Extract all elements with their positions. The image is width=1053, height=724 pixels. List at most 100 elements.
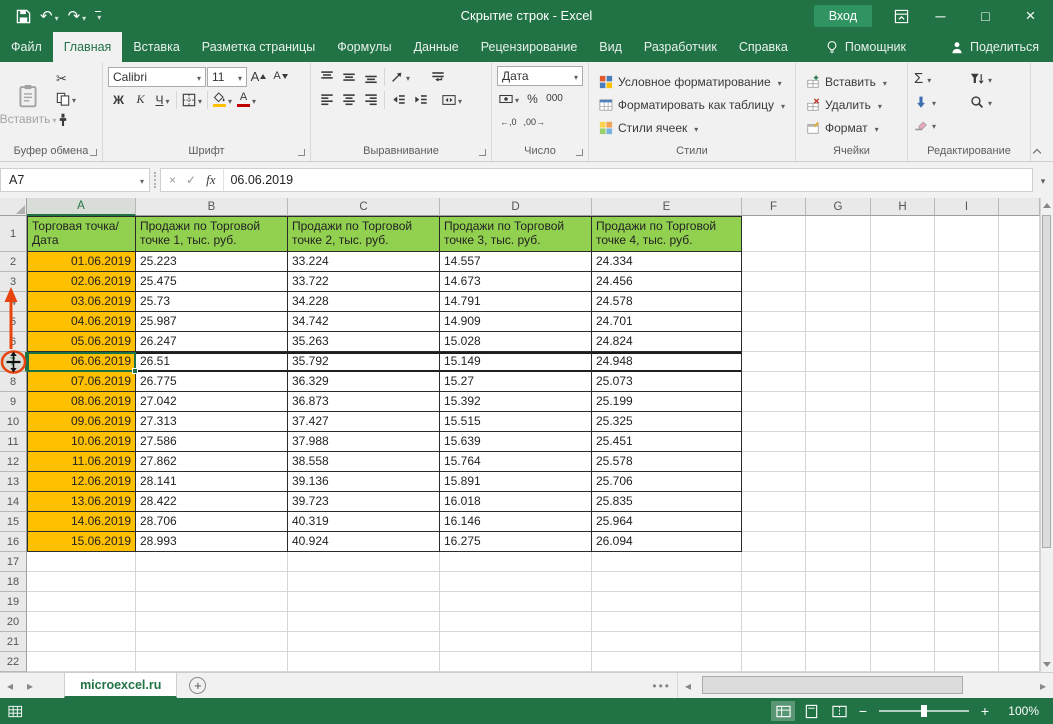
cell-empty[interactable]	[742, 552, 806, 572]
cell-empty[interactable]	[806, 532, 871, 552]
cell-C4[interactable]: 34.228	[288, 292, 440, 312]
cell-D15[interactable]: 16.146	[440, 512, 592, 532]
cell-C14[interactable]: 39.723	[288, 492, 440, 512]
zoom-out-button[interactable]: −	[855, 703, 871, 719]
align-bottom-button[interactable]	[360, 66, 381, 87]
cell-D13[interactable]: 15.891	[440, 472, 592, 492]
expand-formula-bar-button[interactable]	[1033, 171, 1053, 189]
cell-empty[interactable]	[999, 552, 1040, 572]
column-header-C[interactable]: C	[288, 198, 440, 216]
cell-E15[interactable]: 25.964	[592, 512, 742, 532]
cell-E5[interactable]: 24.701	[592, 312, 742, 332]
orientation-button[interactable]	[388, 66, 412, 87]
cell-D5[interactable]: 14.909	[440, 312, 592, 332]
cell-B1[interactable]: Продажи по Торговой точке 1, тыс. руб.	[136, 216, 288, 252]
cell-empty[interactable]	[288, 572, 440, 592]
format-as-table-button[interactable]: Форматировать как таблицу	[594, 94, 790, 115]
row-header-7[interactable]: 7	[0, 352, 27, 372]
cell-empty[interactable]	[806, 632, 871, 652]
cell-empty[interactable]	[806, 612, 871, 632]
minimize-button[interactable]: ─	[918, 0, 963, 32]
format-cells-button[interactable]: Формат	[801, 117, 902, 138]
cell-empty[interactable]	[288, 612, 440, 632]
cell-empty[interactable]	[999, 292, 1040, 312]
cell-empty[interactable]	[999, 612, 1040, 632]
number-dialog-launcher[interactable]	[576, 149, 583, 156]
cell-empty[interactable]	[871, 372, 935, 392]
cell-A3[interactable]: 02.06.2019	[27, 272, 136, 292]
scroll-right-button[interactable]: ▸	[1033, 679, 1053, 693]
cell-empty[interactable]	[806, 332, 871, 352]
cell-A5[interactable]: 04.06.2019	[27, 312, 136, 332]
cell-empty[interactable]	[871, 632, 935, 652]
cell-empty[interactable]	[999, 216, 1040, 252]
collapse-ribbon-button[interactable]	[1029, 145, 1045, 157]
column-header-I[interactable]: I	[935, 198, 999, 216]
cell-empty[interactable]	[742, 452, 806, 472]
cell-A11[interactable]: 10.06.2019	[27, 432, 136, 452]
column-header-E[interactable]: E	[592, 198, 742, 216]
cell-A12[interactable]: 11.06.2019	[27, 452, 136, 472]
cell-empty[interactable]	[440, 572, 592, 592]
cell-empty[interactable]	[136, 552, 288, 572]
cell-empty[interactable]	[871, 312, 935, 332]
redo-button[interactable]: ↷	[68, 9, 87, 24]
cell-empty[interactable]	[935, 352, 999, 372]
row-header-15[interactable]: 15	[0, 512, 27, 532]
cell-B4[interactable]: 25.73	[136, 292, 288, 312]
cell-empty[interactable]	[136, 612, 288, 632]
cell-C15[interactable]: 40.319	[288, 512, 440, 532]
horizontal-scroll-thumb[interactable]	[702, 676, 964, 694]
cell-empty[interactable]	[871, 652, 935, 672]
cell-empty[interactable]	[871, 352, 935, 372]
cell-empty[interactable]	[999, 632, 1040, 652]
cell-empty[interactable]	[871, 472, 935, 492]
cell-B5[interactable]: 25.987	[136, 312, 288, 332]
row-header-16[interactable]: 16	[0, 532, 27, 552]
cell-empty[interactable]	[806, 652, 871, 672]
cell-empty[interactable]	[742, 572, 806, 592]
cell-empty[interactable]	[806, 492, 871, 512]
cell-empty[interactable]	[742, 432, 806, 452]
tab-formulas[interactable]: Формулы	[326, 32, 402, 62]
number-format-select[interactable]: Дата	[497, 66, 583, 86]
cell-empty[interactable]	[440, 652, 592, 672]
row-header-22[interactable]: 22	[0, 652, 27, 672]
cell-D9[interactable]: 15.392	[440, 392, 592, 412]
cell-B10[interactable]: 27.313	[136, 412, 288, 432]
cell-A14[interactable]: 13.06.2019	[27, 492, 136, 512]
cell-empty[interactable]	[999, 392, 1040, 412]
cell-empty[interactable]	[288, 592, 440, 612]
borders-button[interactable]	[180, 89, 204, 110]
cell-C12[interactable]: 38.558	[288, 452, 440, 472]
cell-empty[interactable]	[806, 216, 871, 252]
cell-empty[interactable]	[742, 372, 806, 392]
cell-empty[interactable]	[136, 652, 288, 672]
cell-empty[interactable]	[935, 292, 999, 312]
undo-dropdown[interactable]	[53, 9, 59, 24]
cell-C6[interactable]: 35.263	[288, 332, 440, 352]
cell-empty[interactable]	[999, 372, 1040, 392]
cell-empty[interactable]	[806, 352, 871, 372]
row-header-12[interactable]: 12	[0, 452, 27, 472]
previous-sheet-button[interactable]: ◂	[0, 679, 20, 693]
next-sheet-button[interactable]: ▸	[20, 679, 40, 693]
cell-B6[interactable]: 26.247	[136, 332, 288, 352]
name-box[interactable]: A7	[0, 168, 150, 192]
cell-B14[interactable]: 28.422	[136, 492, 288, 512]
cell-empty[interactable]	[806, 552, 871, 572]
cell-empty[interactable]	[935, 312, 999, 332]
cell-empty[interactable]	[999, 512, 1040, 532]
cell-empty[interactable]	[935, 452, 999, 472]
cell-empty[interactable]	[742, 592, 806, 612]
cell-empty[interactable]	[806, 292, 871, 312]
cell-empty[interactable]	[871, 532, 935, 552]
tab-help[interactable]: Справка	[728, 32, 799, 62]
undo-button[interactable]: ↶	[40, 9, 59, 24]
cell-E6[interactable]: 24.824	[592, 332, 742, 352]
cell-empty[interactable]	[27, 592, 136, 612]
format-painter-button[interactable]	[54, 110, 78, 130]
cell-A10[interactable]: 09.06.2019	[27, 412, 136, 432]
cell-empty[interactable]	[871, 432, 935, 452]
cell-empty[interactable]	[935, 572, 999, 592]
